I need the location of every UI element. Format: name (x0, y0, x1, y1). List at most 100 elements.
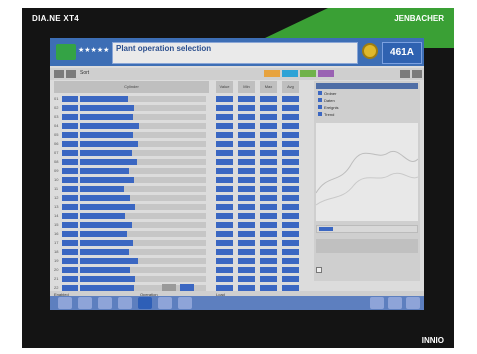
table-row[interactable]: 06 (54, 140, 209, 148)
value-row (216, 257, 310, 265)
options-box[interactable] (316, 239, 418, 253)
row-number: 10 (54, 177, 59, 182)
gear-icon[interactable] (138, 297, 152, 309)
row-bar-track (80, 222, 206, 228)
row-bar-track (80, 195, 206, 201)
panel-list-item-1[interactable]: Ordner (318, 91, 418, 97)
row-bar (80, 105, 134, 111)
value-cell (238, 258, 255, 264)
value-row (216, 176, 310, 184)
row-value-cell (62, 96, 78, 102)
value-row (216, 185, 310, 193)
value-row (216, 275, 310, 283)
value-row (216, 203, 310, 211)
row-bar (80, 249, 129, 255)
alarm-icon[interactable] (158, 297, 172, 309)
tools-icon[interactable] (178, 297, 192, 309)
value-cell (216, 123, 233, 129)
chart-icon[interactable] (118, 297, 132, 309)
value-cell (282, 168, 299, 174)
table-row[interactable]: 13 (54, 203, 209, 211)
value-cell (216, 114, 233, 120)
table-row[interactable]: 01 (54, 95, 209, 103)
help-icon[interactable] (388, 297, 402, 309)
trend-chart[interactable] (315, 123, 419, 221)
table-row[interactable]: 21 (54, 275, 209, 283)
table-row[interactable]: 15 (54, 221, 209, 229)
col-header-max: Max (260, 81, 277, 93)
row-value-cell (62, 132, 78, 138)
time-scale[interactable] (316, 225, 418, 233)
value-cell (260, 276, 277, 282)
value-cell (282, 123, 299, 129)
home-icon[interactable] (58, 297, 72, 309)
exit-icon[interactable] (406, 297, 420, 309)
tag-4[interactable] (318, 70, 334, 77)
table-row[interactable]: 03 (54, 113, 209, 121)
forward-button[interactable] (66, 70, 76, 78)
back-button[interactable] (54, 70, 64, 78)
table-row[interactable]: 07 (54, 149, 209, 157)
value-cell (260, 132, 277, 138)
row-number: 05 (54, 132, 59, 137)
table-row[interactable]: 20 (54, 266, 209, 274)
value-cell (282, 96, 299, 102)
table-row[interactable]: 18 (54, 248, 209, 256)
table-rows: 01 02 03 04 05 06 07 08 09 10 11 12 13 14 15 16 17 18 19 20… (54, 95, 209, 293)
row-value-cell (62, 276, 78, 282)
table-row[interactable]: 14 (54, 212, 209, 220)
table-row[interactable]: 12 (54, 194, 209, 202)
list-icon[interactable] (98, 297, 112, 309)
user-icon[interactable] (78, 297, 92, 309)
tag-3[interactable] (300, 70, 316, 77)
header-bar: ★★★★★ Plant operation selection 461A (50, 38, 424, 66)
row-number: 11 (54, 186, 59, 191)
value-row (216, 167, 310, 175)
table-row[interactable]: 16 (54, 230, 209, 238)
hmi-screen: ★★★★★ Plant operation selection 461A Sor… (50, 38, 424, 310)
gear-icon[interactable] (362, 43, 378, 59)
panel-list-item-4[interactable]: Trend (318, 112, 418, 118)
option-checkbox[interactable] (316, 267, 322, 273)
row-bar (80, 195, 130, 201)
zoom-in-button[interactable] (412, 70, 422, 78)
device-brand-left: DIA.NE XT4 (32, 14, 80, 23)
back-icon[interactable] (370, 297, 384, 309)
value-cell (238, 141, 255, 147)
tag-1[interactable] (264, 70, 280, 77)
ok-button[interactable] (180, 284, 194, 291)
zoom-out-button[interactable] (400, 70, 410, 78)
table-row[interactable]: 17 (54, 239, 209, 247)
row-bar (80, 267, 130, 273)
reset-button[interactable] (162, 284, 176, 291)
table-row[interactable]: 08 (54, 158, 209, 166)
panel-list-item-2[interactable]: Daten (318, 98, 418, 104)
table-row[interactable]: 04 (54, 122, 209, 130)
table-row[interactable]: 02 (54, 104, 209, 112)
trend-line-2 (315, 172, 419, 206)
corner-brand: INNIO (421, 336, 444, 345)
tag-2[interactable] (282, 70, 298, 77)
table-row[interactable]: 05 (54, 131, 209, 139)
row-bar (80, 159, 137, 165)
table-row[interactable]: 09 (54, 167, 209, 175)
value-cell (238, 132, 255, 138)
table-row[interactable]: 19 (54, 257, 209, 265)
table-row[interactable]: 11 (54, 185, 209, 193)
row-number: 22 (54, 285, 59, 290)
row-bar (80, 168, 129, 174)
row-bar (80, 240, 133, 246)
panel-list-item-3[interactable]: Ereignis (318, 105, 418, 111)
row-value-cell (62, 159, 78, 165)
value-cell (238, 213, 255, 219)
message-box[interactable]: Plant operation selection (112, 42, 358, 64)
value-cell (282, 231, 299, 237)
row-bar-track (80, 204, 206, 210)
table-row[interactable]: 10 (54, 176, 209, 184)
row-value-cell (62, 240, 78, 246)
value-cell (282, 204, 299, 210)
trend-line-1 (315, 150, 419, 194)
row-bar-track (80, 168, 206, 174)
value-cell (216, 150, 233, 156)
value-cell (260, 141, 277, 147)
